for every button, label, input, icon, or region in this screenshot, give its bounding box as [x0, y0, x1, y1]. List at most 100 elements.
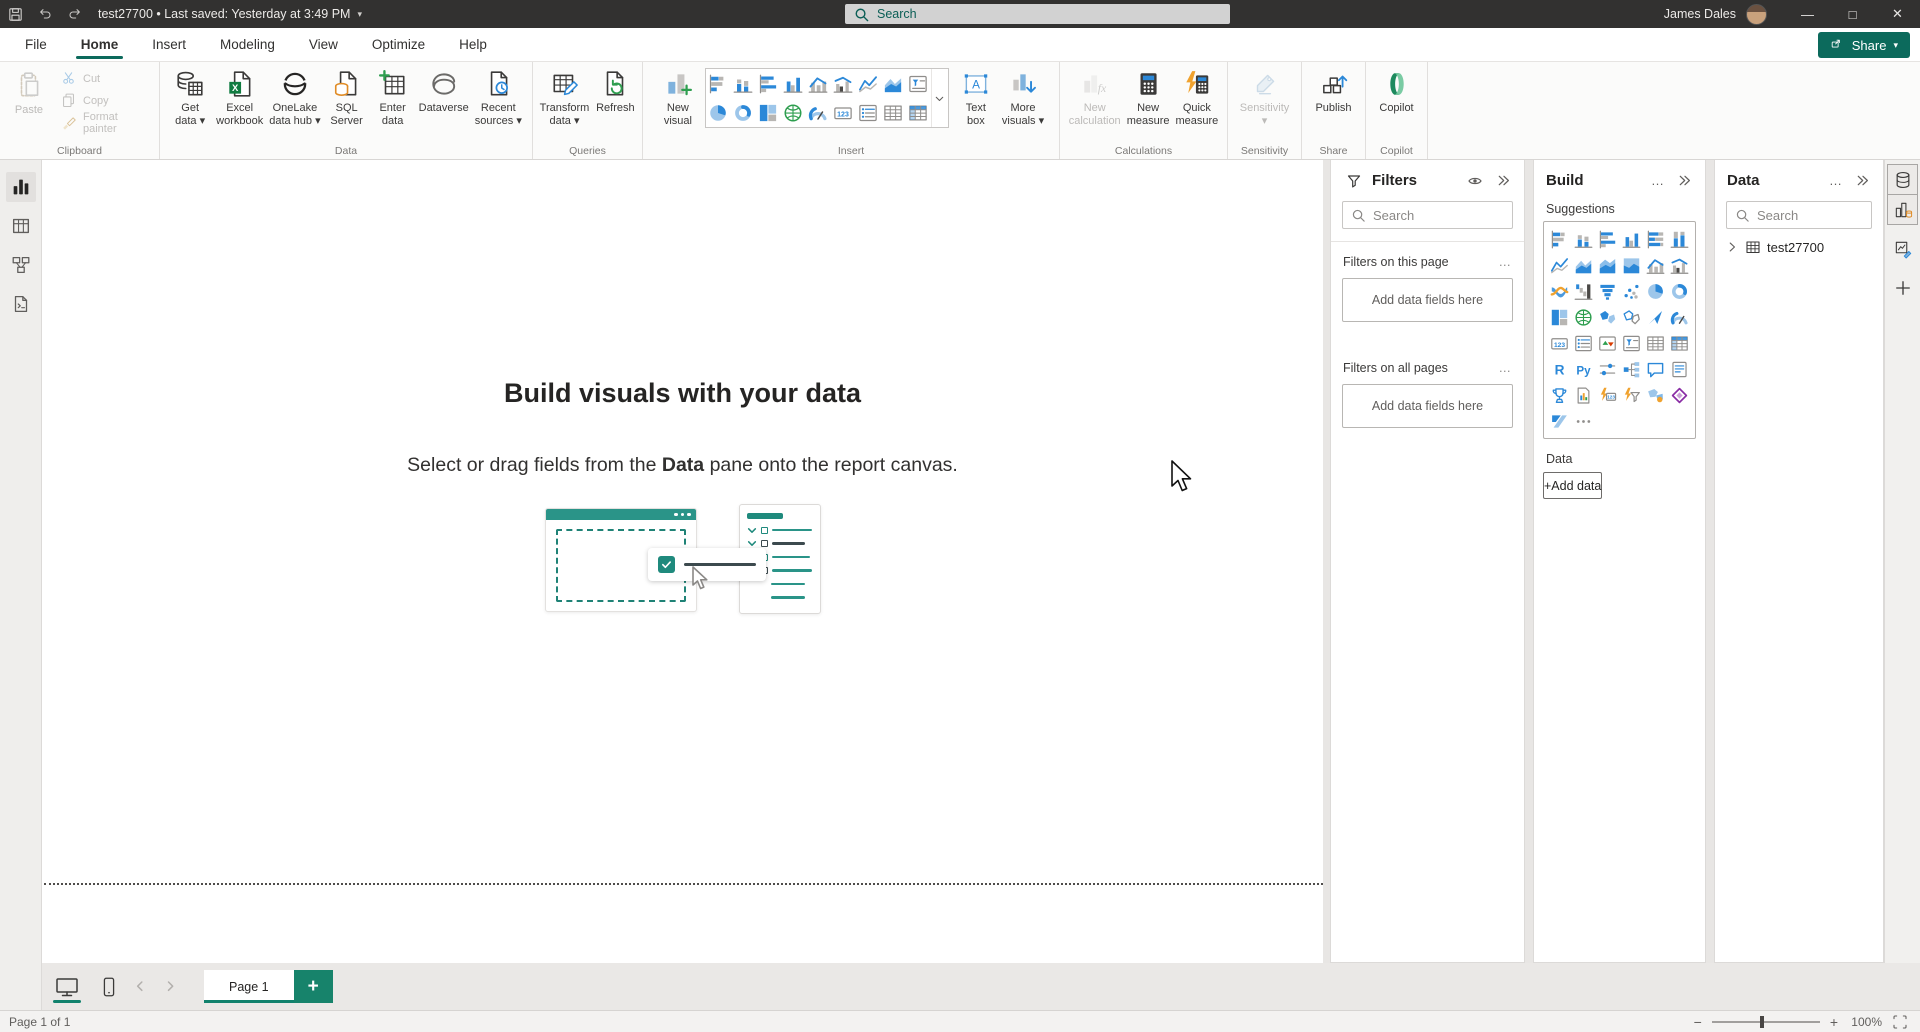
recent-sources-button[interactable]: Recentsources ▾ — [472, 66, 525, 128]
next-page-icon[interactable] — [160, 977, 182, 997]
card-visual-icon[interactable]: 123 — [833, 103, 853, 123]
share-button[interactable]: Share ▾ — [1818, 32, 1910, 58]
more-visuals-button[interactable]: Morevisuals ▾ — [999, 66, 1047, 128]
map-visual-icon[interactable] — [783, 103, 803, 123]
waterfall-visual-icon[interactable] — [1571, 279, 1595, 303]
menu-tab-modeling[interactable]: Modeling — [203, 28, 292, 61]
table-visual-icon[interactable] — [1644, 331, 1668, 355]
table-view-icon[interactable] — [6, 211, 36, 241]
filter-dropzone-page[interactable]: Add data fields here — [1342, 278, 1513, 322]
more-options-icon[interactable]: … — [1826, 173, 1845, 188]
ribbon-chart-visual-icon[interactable] — [1547, 279, 1571, 303]
report-view-icon[interactable] — [6, 172, 36, 202]
menu-tab-optimize[interactable]: Optimize — [355, 28, 442, 61]
100-stacked-area-visual-icon[interactable] — [1620, 253, 1644, 277]
area-visual-icon[interactable] — [1571, 253, 1595, 277]
new-visual-button[interactable]: Newvisual — [655, 66, 701, 128]
collapse-pane-icon[interactable] — [1493, 173, 1514, 188]
line-visual-icon[interactable] — [1547, 253, 1571, 277]
collapse-pane-icon[interactable] — [1852, 173, 1873, 188]
table-visual-icon[interactable] — [883, 103, 903, 123]
clustered-column-visual-icon[interactable] — [783, 74, 803, 94]
power-apps-visual-icon[interactable] — [1668, 383, 1692, 407]
report-canvas[interactable]: Build visuals with your data Select or d… — [42, 160, 1323, 963]
transform-data-button[interactable]: Transformdata ▾ — [537, 66, 593, 128]
excel-workbook-button[interactable]: XExcelworkbook — [213, 66, 266, 128]
stacked-area-visual-icon[interactable] — [1595, 253, 1619, 277]
donut-visual-icon[interactable] — [733, 103, 753, 123]
close-button[interactable]: ✕ — [1875, 0, 1920, 28]
matrix-visual-icon[interactable] — [1668, 331, 1692, 355]
new-slicer-visual-icon[interactable] — [1620, 383, 1644, 407]
shape-map-visual-icon[interactable] — [1620, 305, 1644, 329]
zoom-out-icon[interactable]: − — [1694, 1014, 1702, 1030]
metrics-visual-icon[interactable] — [1547, 383, 1571, 407]
user-name[interactable]: James Dales — [1664, 7, 1736, 21]
new-card-visual-icon[interactable]: 123 — [1595, 383, 1619, 407]
menu-tab-view[interactable]: View — [292, 28, 355, 61]
card-visual-icon[interactable]: 123 — [1547, 331, 1571, 355]
dax-query-view-icon[interactable] — [6, 289, 36, 319]
menu-tab-file[interactable]: File — [8, 28, 64, 61]
redo-icon[interactable] — [60, 0, 90, 28]
parameter-visual-icon[interactable] — [1595, 357, 1619, 381]
map-visual-icon[interactable] — [1571, 305, 1595, 329]
more-visuals-ellipsis-visual-icon[interactable] — [1571, 409, 1595, 433]
multi-row-card-visual-icon[interactable] — [1571, 331, 1595, 355]
100-stacked-bar-visual-icon[interactable] — [1644, 227, 1668, 251]
previous-page-icon[interactable] — [130, 977, 152, 997]
clustered-bar-visual-icon[interactable] — [758, 74, 778, 94]
clustered-bar-visual-icon[interactable] — [1595, 227, 1619, 251]
gallery-expand-icon[interactable] — [931, 69, 948, 127]
line-clustered-column-visual-icon[interactable] — [1668, 253, 1692, 277]
fit-to-page-icon[interactable] — [1892, 1014, 1908, 1030]
refresh-button[interactable]: Refresh — [592, 66, 638, 116]
new-page-button[interactable]: + — [294, 970, 333, 1003]
scatter-visual-icon[interactable] — [1620, 279, 1644, 303]
get-data-button[interactable]: Getdata ▾ — [167, 66, 213, 128]
collapse-pane-icon[interactable] — [1674, 173, 1695, 188]
slicer-visual-icon[interactable] — [1620, 331, 1644, 355]
paginated-report-visual-icon[interactable] — [1571, 383, 1595, 407]
data-pane-icon[interactable] — [1887, 164, 1918, 195]
maximize-button[interactable]: □ — [1830, 0, 1875, 28]
build-pane-icon[interactable] — [1887, 194, 1918, 225]
python-script-visual-icon[interactable]: Py — [1571, 357, 1595, 381]
new-measure-button[interactable]: Newmeasure — [1124, 66, 1173, 128]
area-visual-icon[interactable] — [883, 74, 903, 94]
funnel-visual-icon[interactable] — [1595, 279, 1619, 303]
menu-tab-help[interactable]: Help — [442, 28, 504, 61]
avatar[interactable] — [1746, 4, 1767, 25]
undo-icon[interactable] — [30, 0, 60, 28]
more-options-icon[interactable]: … — [1648, 173, 1667, 188]
chevron-right-icon[interactable] — [1725, 240, 1739, 254]
arcgis-map-visual-icon[interactable] — [1644, 383, 1668, 407]
zoom-slider-handle[interactable] — [1760, 1016, 1764, 1028]
dataverse-button[interactable]: Dataverse — [416, 66, 472, 116]
format-pane-icon[interactable] — [1887, 233, 1918, 264]
gauge-visual-icon[interactable] — [808, 103, 828, 123]
page-tab[interactable]: Page 1 — [204, 970, 294, 1003]
enter-data-button[interactable]: Enterdata — [370, 66, 416, 128]
text-box-button[interactable]: ATextbox — [953, 66, 999, 128]
smart-narrative-visual-icon[interactable] — [1668, 357, 1692, 381]
data-search-input[interactable]: Search — [1726, 201, 1872, 229]
qna-visual-icon[interactable] — [1644, 357, 1668, 381]
filled-map-visual-icon[interactable] — [1595, 305, 1619, 329]
treemap-visual-icon[interactable] — [1547, 305, 1571, 329]
zoom-in-icon[interactable]: + — [1830, 1014, 1838, 1030]
document-title[interactable]: test27700 • Last saved: Yesterday at 3:4… — [98, 7, 362, 21]
eye-icon[interactable] — [1464, 173, 1486, 189]
more-options-icon[interactable]: … — [1499, 361, 1513, 375]
mobile-layout-icon[interactable] — [96, 976, 122, 998]
more-options-icon[interactable]: … — [1499, 255, 1513, 269]
line-visual-icon[interactable] — [858, 74, 878, 94]
add-visual-icon[interactable] — [1887, 272, 1918, 303]
pie-visual-icon[interactable] — [1644, 279, 1668, 303]
copilot-button[interactable]: Copilot — [1374, 66, 1420, 116]
100-stacked-column-visual-icon[interactable] — [1668, 227, 1692, 251]
stacked-bar-visual-icon[interactable] — [1547, 227, 1571, 251]
minimize-button[interactable]: — — [1785, 0, 1830, 28]
desktop-layout-icon[interactable] — [50, 963, 84, 1010]
stacked-column-visual-icon[interactable] — [1571, 227, 1595, 251]
